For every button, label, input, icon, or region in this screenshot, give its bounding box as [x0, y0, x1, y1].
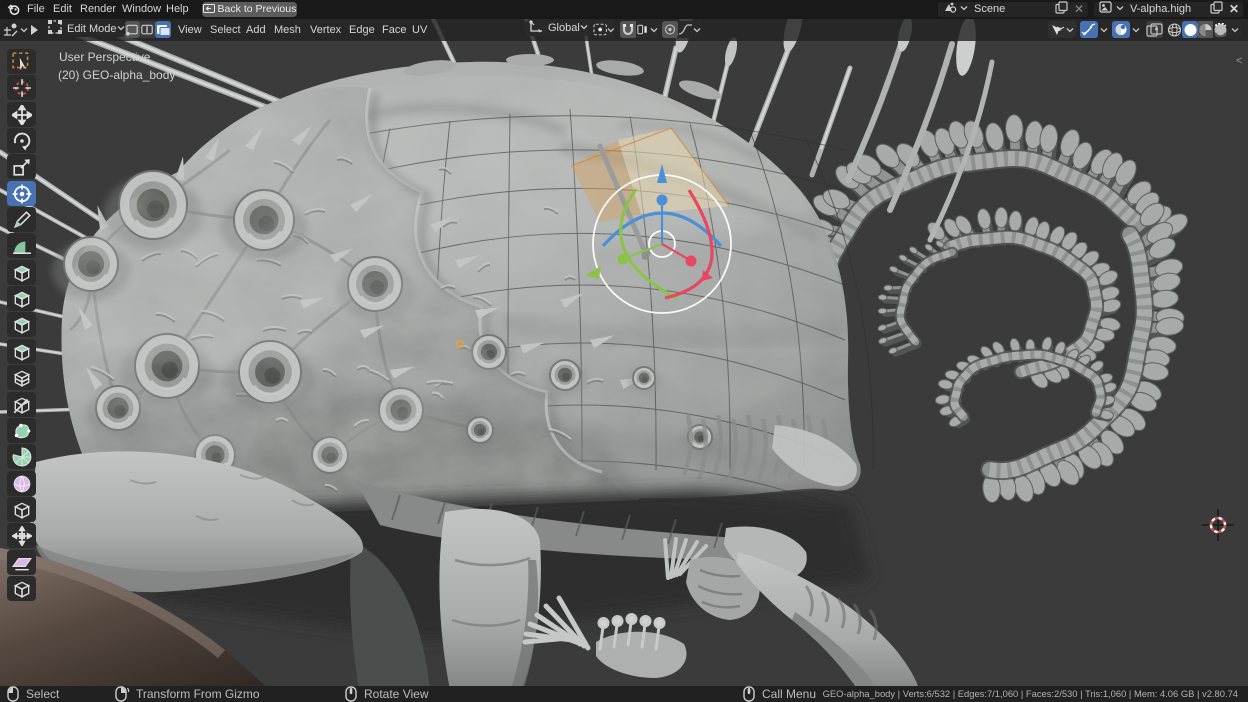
svg-text:User Perspective: User Perspective — [59, 50, 151, 64]
svg-text:(20) GEO-alpha_body: (20) GEO-alpha_body — [58, 68, 175, 82]
svg-text:<: < — [1236, 55, 1242, 67]
